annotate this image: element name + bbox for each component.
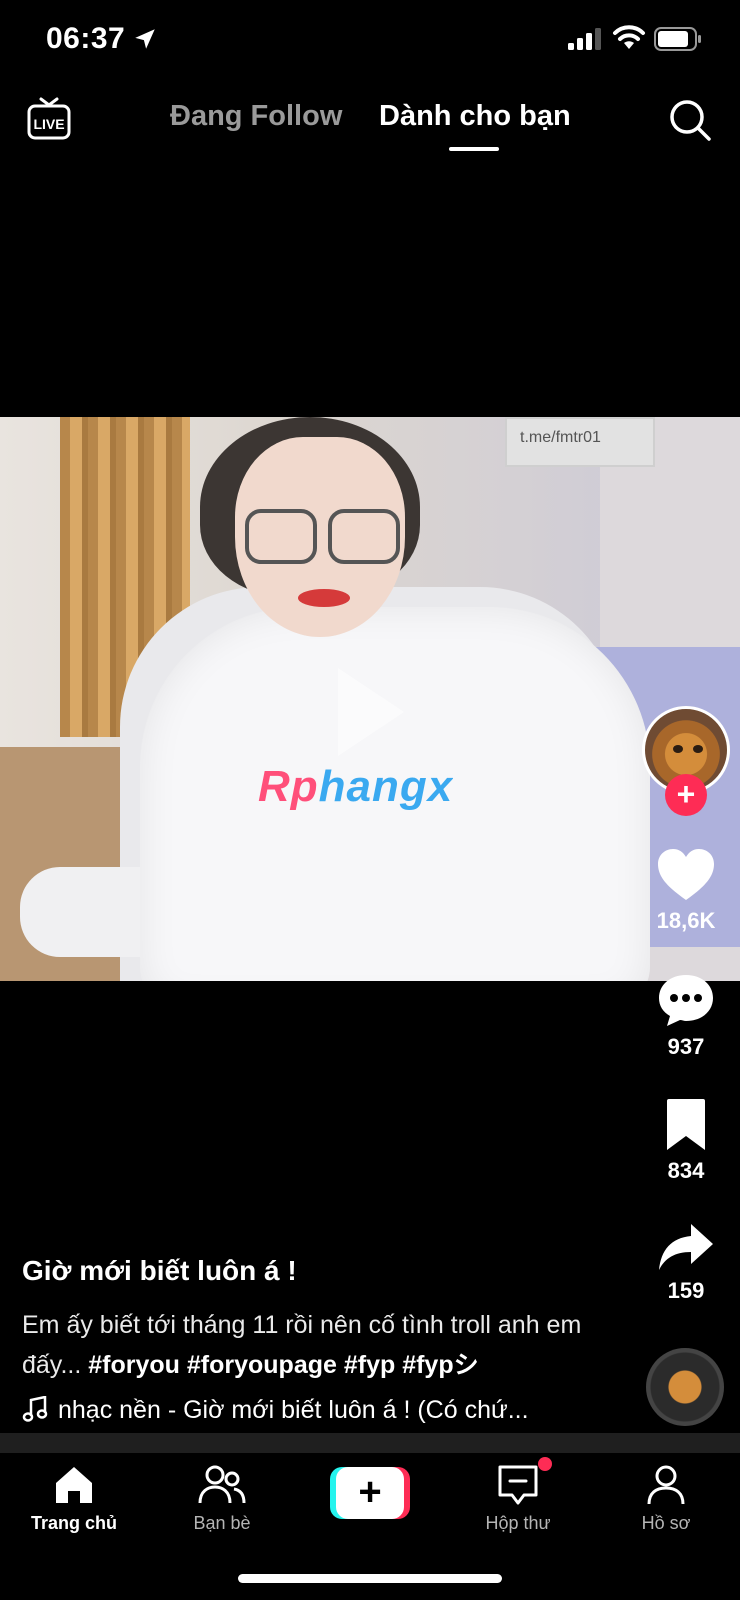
live-label: LIVE	[33, 116, 64, 132]
share-button[interactable]: 159	[636, 1222, 736, 1304]
avatar-eye-right	[693, 745, 703, 753]
heart-icon	[658, 849, 714, 900]
video-glasses-left	[245, 509, 317, 564]
hashtags[interactable]: #foryou #foryoupage #fyp #fypシ	[88, 1351, 478, 1379]
search-icon[interactable]	[668, 98, 712, 142]
nav-home-label: Trang chủ	[30, 1513, 117, 1533]
save-count: 834	[667, 1158, 705, 1183]
video-watermark: Rphangx	[258, 762, 454, 811]
tab-for-you[interactable]: Dành cho bạn	[379, 100, 571, 133]
like-button[interactable]: 18,6K	[636, 848, 736, 934]
create-icon: +	[336, 1467, 404, 1519]
nav-home[interactable]: Trang chủ	[4, 1463, 144, 1534]
status-bar: 06:37	[0, 0, 740, 80]
save-button[interactable]: 834	[636, 1098, 736, 1184]
comment-count: 937	[667, 1034, 705, 1059]
music-note-icon	[22, 1396, 48, 1422]
battery-icon	[654, 27, 701, 51]
share-count: 159	[667, 1278, 705, 1303]
follow-button[interactable]: +	[665, 774, 707, 816]
music-track[interactable]: nhạc nền - Giờ mới biết luôn á ! (Có chứ…	[22, 1396, 602, 1425]
bookmark-icon	[667, 1099, 705, 1150]
music-track-label: nhạc nền - Giờ mới biết luôn á ! (Có chứ…	[58, 1396, 529, 1424]
create-button[interactable]: +	[330, 1467, 410, 1519]
comment-button[interactable]: 937	[636, 972, 736, 1060]
comment-icon	[659, 975, 713, 1026]
nav-profile-label: Hồ sơ	[641, 1513, 691, 1533]
nav-friends[interactable]: Bạn bè	[152, 1463, 292, 1534]
inbox-notification-dot	[538, 1457, 552, 1471]
video-person-lips	[298, 589, 350, 607]
play-icon[interactable]	[330, 662, 410, 762]
nav-friends-label: Bạn bè	[193, 1513, 251, 1533]
home-indicator[interactable]	[238, 1574, 502, 1583]
video-description[interactable]: Em ấy biết tới tháng 11 rồi nên cố tình …	[22, 1305, 592, 1385]
share-arrow-icon	[659, 1224, 713, 1270]
location-arrow-icon	[135, 29, 155, 49]
avatar-eye-left	[673, 745, 683, 753]
friends-icon	[198, 1465, 246, 1504]
video-title[interactable]: Giờ mới biết luôn á !	[22, 1255, 297, 1287]
inbox-icon	[498, 1465, 538, 1505]
tab-following[interactable]: Đang Follow	[170, 100, 342, 133]
profile-icon	[647, 1465, 685, 1505]
status-time: 06:37	[46, 22, 126, 55]
video-glasses-right	[328, 509, 400, 564]
music-disc-icon[interactable]	[646, 1348, 724, 1426]
live-icon[interactable]: LIVE	[26, 96, 72, 142]
nav-inbox[interactable]: Hộp thư	[448, 1457, 588, 1534]
active-tab-indicator	[449, 147, 499, 151]
video-wall-sign-text: t.me/fmtr01	[520, 429, 601, 446]
wifi-icon	[613, 25, 645, 49]
video-progress-bar[interactable]	[0, 1433, 740, 1453]
video-player[interactable]: t.me/fmtr01 Rphangx	[0, 417, 740, 981]
home-icon	[56, 1467, 92, 1503]
nav-profile[interactable]: Hồ sơ	[596, 1463, 736, 1534]
cellular-signal-icon	[568, 28, 601, 50]
nav-inbox-label: Hộp thư	[485, 1513, 551, 1533]
like-count: 18,6K	[656, 908, 716, 933]
